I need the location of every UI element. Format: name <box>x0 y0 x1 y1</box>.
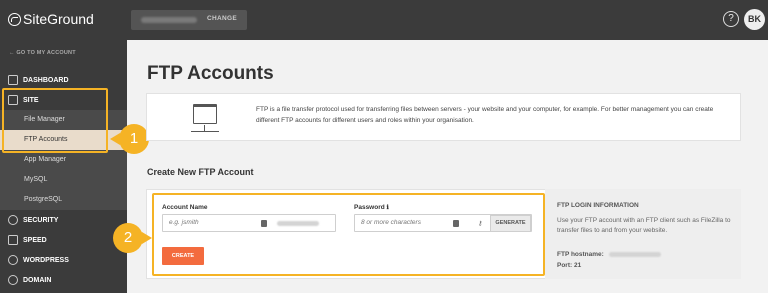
go-to-my-account-link[interactable]: ← GO TO MY ACCOUNT <box>9 50 76 56</box>
hostname-redacted <box>608 251 661 257</box>
sidebar-item-dashboard[interactable]: DASHBOARD <box>0 70 127 90</box>
folder-network-icon <box>193 104 217 124</box>
siteground-logo-icon <box>8 12 21 26</box>
lock-icon <box>8 215 18 225</box>
sidebar-item-label: SECURITY <box>23 216 59 224</box>
user-avatar[interactable]: BK <box>744 9 765 30</box>
sidebar: ← GO TO MY ACCOUNT DASHBOARD SITE File M… <box>0 40 127 293</box>
sidebar-subitem-mysql[interactable]: MySQL <box>0 170 127 190</box>
folder-network-bar <box>191 131 219 132</box>
sidebar-item-wordpress[interactable]: WORDPRESS <box>0 250 127 270</box>
site-name-redacted <box>141 17 197 23</box>
logo-text: SiteGround <box>23 11 94 27</box>
page-title: FTP Accounts <box>147 63 274 84</box>
sidebar-item-label: WORDPRESS <box>23 256 69 264</box>
sidebar-subitem-label: MySQL <box>24 176 48 183</box>
ftp-info-card: FTP is a file transfer protocol used for… <box>146 93 741 141</box>
change-site-button[interactable]: CHANGE <box>207 15 237 22</box>
ftp-login-info-title: FTP LOGIN INFORMATION <box>557 202 639 209</box>
sidebar-subitem-label: PostgreSQL <box>24 196 63 203</box>
sidebar-item-label: SPEED <box>23 236 47 244</box>
help-icon[interactable]: ? <box>723 11 739 27</box>
wordpress-icon <box>8 255 18 265</box>
globe-icon <box>8 275 18 285</box>
callout-arrow-2 <box>142 232 152 244</box>
ftp-info-text: FTP is a file transfer protocol used for… <box>256 106 714 124</box>
sidebar-subitem-label: App Manager <box>24 156 67 163</box>
sidebar-subitem-app-manager[interactable]: App Manager <box>0 150 127 170</box>
ftp-hostname-row: FTP hostname: <box>557 251 661 258</box>
ftp-login-info-text: Use your FTP account with an FTP client … <box>557 217 731 234</box>
top-bar: SiteGround CHANGE ? BK <box>0 0 768 40</box>
step-badge-2: 2 <box>113 223 143 253</box>
ftp-hostname-label: FTP hostname: <box>557 251 604 258</box>
site-selector[interactable]: CHANGE <box>131 10 247 30</box>
siteground-logo[interactable]: SiteGround <box>8 11 94 27</box>
sidebar-item-domain[interactable]: DOMAIN <box>0 270 127 290</box>
rocket-icon <box>8 235 18 245</box>
highlight-create-form <box>152 193 545 276</box>
sidebar-item-label: DASHBOARD <box>23 76 69 84</box>
sidebar-subitem-postgresql[interactable]: PostgreSQL <box>0 190 127 210</box>
sidebar-item-label: DOMAIN <box>23 276 52 284</box>
step-badge-1: 1 <box>119 124 149 154</box>
highlight-site-menu <box>2 88 108 153</box>
section-title: Create New FTP Account <box>147 167 254 177</box>
dashboard-icon <box>8 75 18 85</box>
sidebar-item-speed[interactable]: SPEED <box>0 230 127 250</box>
sidebar-item-security[interactable]: SECURITY <box>0 210 127 230</box>
ftp-port: Port: 21 <box>557 262 582 269</box>
